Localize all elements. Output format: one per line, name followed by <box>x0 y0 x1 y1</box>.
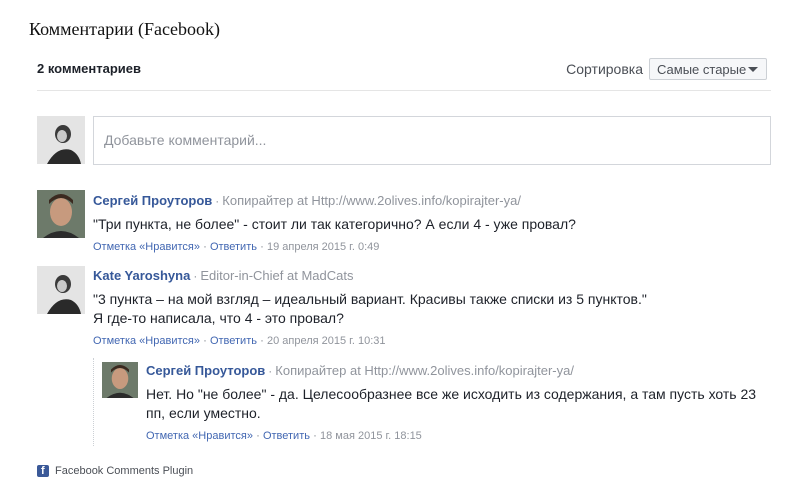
comment-text-line: Нет. Но "не более" - да. Целесообразнее … <box>146 386 757 402</box>
comment-timestamp[interactable]: 20 апреля 2015 г. 10:31 <box>267 335 386 347</box>
comment-author-role: Копирайтер at Http://www.2olives.info/ko… <box>275 363 574 378</box>
sort-label: Сортировка <box>566 61 643 77</box>
comment-item: Сергей Проуторов · Копирайтер at Http://ww… <box>93 192 576 253</box>
comment-text-line: "Три пункта, не более" - стоит ли так ка… <box>93 216 576 232</box>
plugin-footer: f Facebook Comments Plugin <box>37 465 193 477</box>
comment-timestamp[interactable]: 19 апреля 2015 г. 0:49 <box>267 241 379 253</box>
comment-text: "3 пункта – на мой взгляд – идеальный ва… <box>93 290 647 328</box>
comment-text-line: "3 пункта – на мой взгляд – идеальный ва… <box>93 291 647 307</box>
separator-dot: · <box>215 194 220 208</box>
comment-text-line: Я где-то написала, что 4 - это провал? <box>93 310 344 326</box>
comment-actions: Отметка «Нравится» · Ответить · 19 апреля 20… <box>93 239 576 253</box>
avatar <box>37 116 85 164</box>
comment-author-role: Editor-in-Chief at MadCats <box>200 268 354 283</box>
separator-dot: · <box>202 239 207 253</box>
separator-dot: · <box>259 239 264 253</box>
facebook-icon: f <box>37 465 49 477</box>
comment-author-role: Копирайтер at Http://www.2olives.info/ko… <box>222 193 521 208</box>
separator-dot: · <box>202 333 207 347</box>
reply-thread-line <box>93 358 95 446</box>
comment-item: Kate Yaroshyna · Editor-in-Chief at MadCat… <box>93 267 647 347</box>
comment-text: Нет. Но "не более" - да. Целесообразнее … <box>146 385 756 423</box>
comment-timestamp[interactable]: 18 мая 2015 г. 18:15 <box>320 430 422 442</box>
comment-author[interactable]: Сергей Проуторов <box>93 193 212 208</box>
plugin-link[interactable]: Facebook Comments Plugin <box>55 465 193 477</box>
reply-link[interactable]: Ответить <box>263 430 310 442</box>
separator-dot: · <box>268 364 273 378</box>
chevron-down-icon <box>748 67 758 72</box>
comments-toolbar: 2 комментариев Сортировка Самые старые <box>37 58 771 91</box>
page-title: Комментарии (Facebook) <box>29 19 220 39</box>
avatar[interactable] <box>37 190 85 238</box>
reply-link[interactable]: Ответить <box>210 335 257 347</box>
comment-author[interactable]: Kate Yaroshyna <box>93 268 190 283</box>
comment-actions: Отметка «Нравится» · Ответить · 18 мая 2015 … <box>146 428 756 442</box>
like-link[interactable]: Отметка «Нравится» <box>146 430 253 442</box>
comment-text-line: пп, если уместно. <box>146 405 261 421</box>
comment-text: "Три пункта, не более" - стоит ли так ка… <box>93 215 576 234</box>
comment-author[interactable]: Сергей Проуторов <box>146 363 265 378</box>
reply-link[interactable]: Ответить <box>210 241 257 253</box>
comment-count: 2 комментариев <box>37 61 142 76</box>
separator-dot: · <box>259 333 264 347</box>
separator-dot: · <box>312 428 317 442</box>
comment-actions: Отметка «Нравится» · Ответить · 20 апреля 20… <box>93 333 647 347</box>
reply-item: Сергей Проуторов · Копирайтер at Http://ww… <box>146 362 756 442</box>
sort-dropdown[interactable]: Самые старые <box>649 58 767 80</box>
separator-dot: · <box>255 428 260 442</box>
separator-dot: · <box>193 269 198 283</box>
avatar[interactable] <box>102 362 138 398</box>
avatar[interactable] <box>37 266 85 314</box>
comment-input[interactable]: Добавьте комментарий... <box>93 116 771 165</box>
sort-value: Самые старые <box>657 61 747 77</box>
like-link[interactable]: Отметка «Нравится» <box>93 241 200 253</box>
like-link[interactable]: Отметка «Нравится» <box>93 335 200 347</box>
